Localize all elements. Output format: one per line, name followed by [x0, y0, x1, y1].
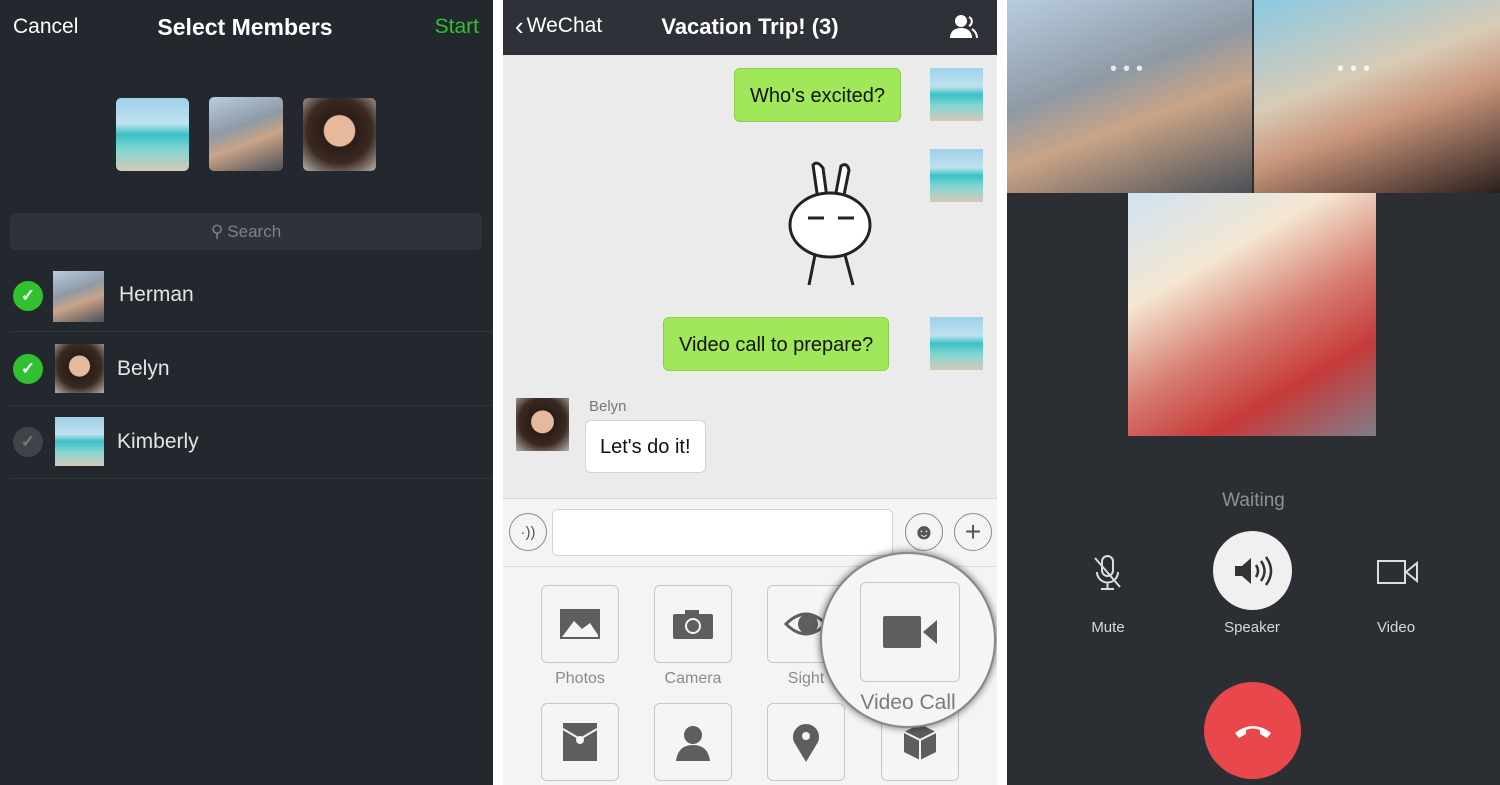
select-members-screen: Cancel Select Members Start ⚲ Search ✓ H… [0, 0, 493, 785]
self-video[interactable] [1128, 193, 1376, 436]
camera-icon [673, 610, 713, 639]
sender-name: Belyn [589, 398, 627, 415]
speaker-button[interactable] [1213, 531, 1292, 610]
camera-label: Camera [664, 670, 722, 687]
my-avatar[interactable] [930, 317, 983, 370]
contact-card-button[interactable] [654, 703, 732, 781]
message-bubble: Let's do it! [585, 420, 706, 473]
plus-icon[interactable]: + [954, 513, 992, 551]
member-row-kimberly[interactable]: ✓ Kimberly [10, 406, 493, 479]
participant-video-belyn[interactable]: ••• [1254, 0, 1500, 193]
chat-header: ‹ WeChat Vacation Trip! (3) [503, 0, 997, 55]
mute-label: Mute [1091, 619, 1125, 636]
selected-avatar-belyn[interactable] [303, 98, 376, 171]
photos-label: Photos [555, 670, 605, 687]
group-chat-screen: ‹ WeChat Vacation Trip! (3) Who's excite… [503, 0, 997, 785]
contact-card-icon [676, 726, 710, 761]
video-camera-icon [1377, 560, 1418, 584]
photos-button[interactable] [541, 585, 619, 663]
call-status: Waiting [1222, 490, 1285, 511]
page-title: Select Members [157, 14, 333, 40]
camera-button[interactable] [654, 585, 732, 663]
participant-video-herman[interactable]: ••• [1007, 0, 1252, 193]
video-label: Video [1376, 619, 1416, 636]
mute-button[interactable] [1085, 550, 1130, 595]
my-avatar[interactable] [930, 149, 983, 202]
checked-icon[interactable]: ✓ [13, 354, 43, 384]
unchecked-icon[interactable]: ✓ [13, 427, 43, 457]
speaker-icon [1234, 555, 1272, 586]
video-call-screen: ••• ••• Waiting Mute Speaker Video [1007, 0, 1500, 785]
belyn-avatar[interactable] [516, 398, 569, 451]
video-camera-icon [883, 616, 937, 648]
search-input[interactable]: ⚲ Search [10, 213, 482, 250]
box-icon [903, 724, 937, 760]
message-input[interactable] [552, 509, 893, 556]
video-toggle-button[interactable] [1376, 557, 1420, 587]
my-avatar[interactable] [930, 68, 983, 121]
search-icon: ⚲ [210, 221, 224, 241]
member-name: Belyn [117, 357, 170, 380]
red-packet-button[interactable] [541, 703, 619, 781]
member-row-herman[interactable]: ✓ Herman [10, 259, 493, 332]
video-call-button[interactable] [860, 582, 960, 682]
image-icon [560, 609, 600, 639]
emoji-icon[interactable]: ☻ [905, 513, 943, 551]
microphone-icon [1094, 555, 1121, 590]
avatar [53, 271, 104, 322]
group-members-icon[interactable] [948, 13, 978, 39]
bunny-sticker [788, 161, 872, 286]
connecting-dots-icon: ••• [1110, 58, 1150, 80]
selected-avatar-herman[interactable] [209, 97, 283, 171]
phone-hangup-icon [1234, 725, 1271, 738]
member-name: Kimberly [117, 430, 199, 453]
selected-avatar-kimberly[interactable] [116, 98, 189, 171]
connecting-dots-icon: ••• [1337, 58, 1377, 80]
start-button[interactable]: Start [435, 15, 479, 39]
member-row-belyn[interactable]: ✓ Belyn [10, 333, 493, 406]
chat-title: Vacation Trip! (3) [661, 14, 839, 39]
avatar [55, 417, 104, 466]
voice-icon[interactable]: ·)) [509, 513, 547, 551]
checked-icon[interactable]: ✓ [13, 281, 43, 311]
avatar [55, 344, 104, 393]
message-bubble: Video call to prepare? [663, 317, 890, 371]
hang-up-button[interactable] [1204, 682, 1301, 779]
search-placeholder: Search [227, 221, 282, 241]
location-pin-icon [793, 724, 819, 762]
video-call-label: Video Call [860, 691, 956, 714]
red-packet-icon [563, 723, 597, 761]
message-bubble: Who's excited? [734, 68, 901, 122]
member-name: Herman [119, 283, 194, 306]
speaker-label: Speaker [1224, 619, 1280, 636]
video-call-magnifier[interactable]: Video Call [820, 552, 996, 728]
